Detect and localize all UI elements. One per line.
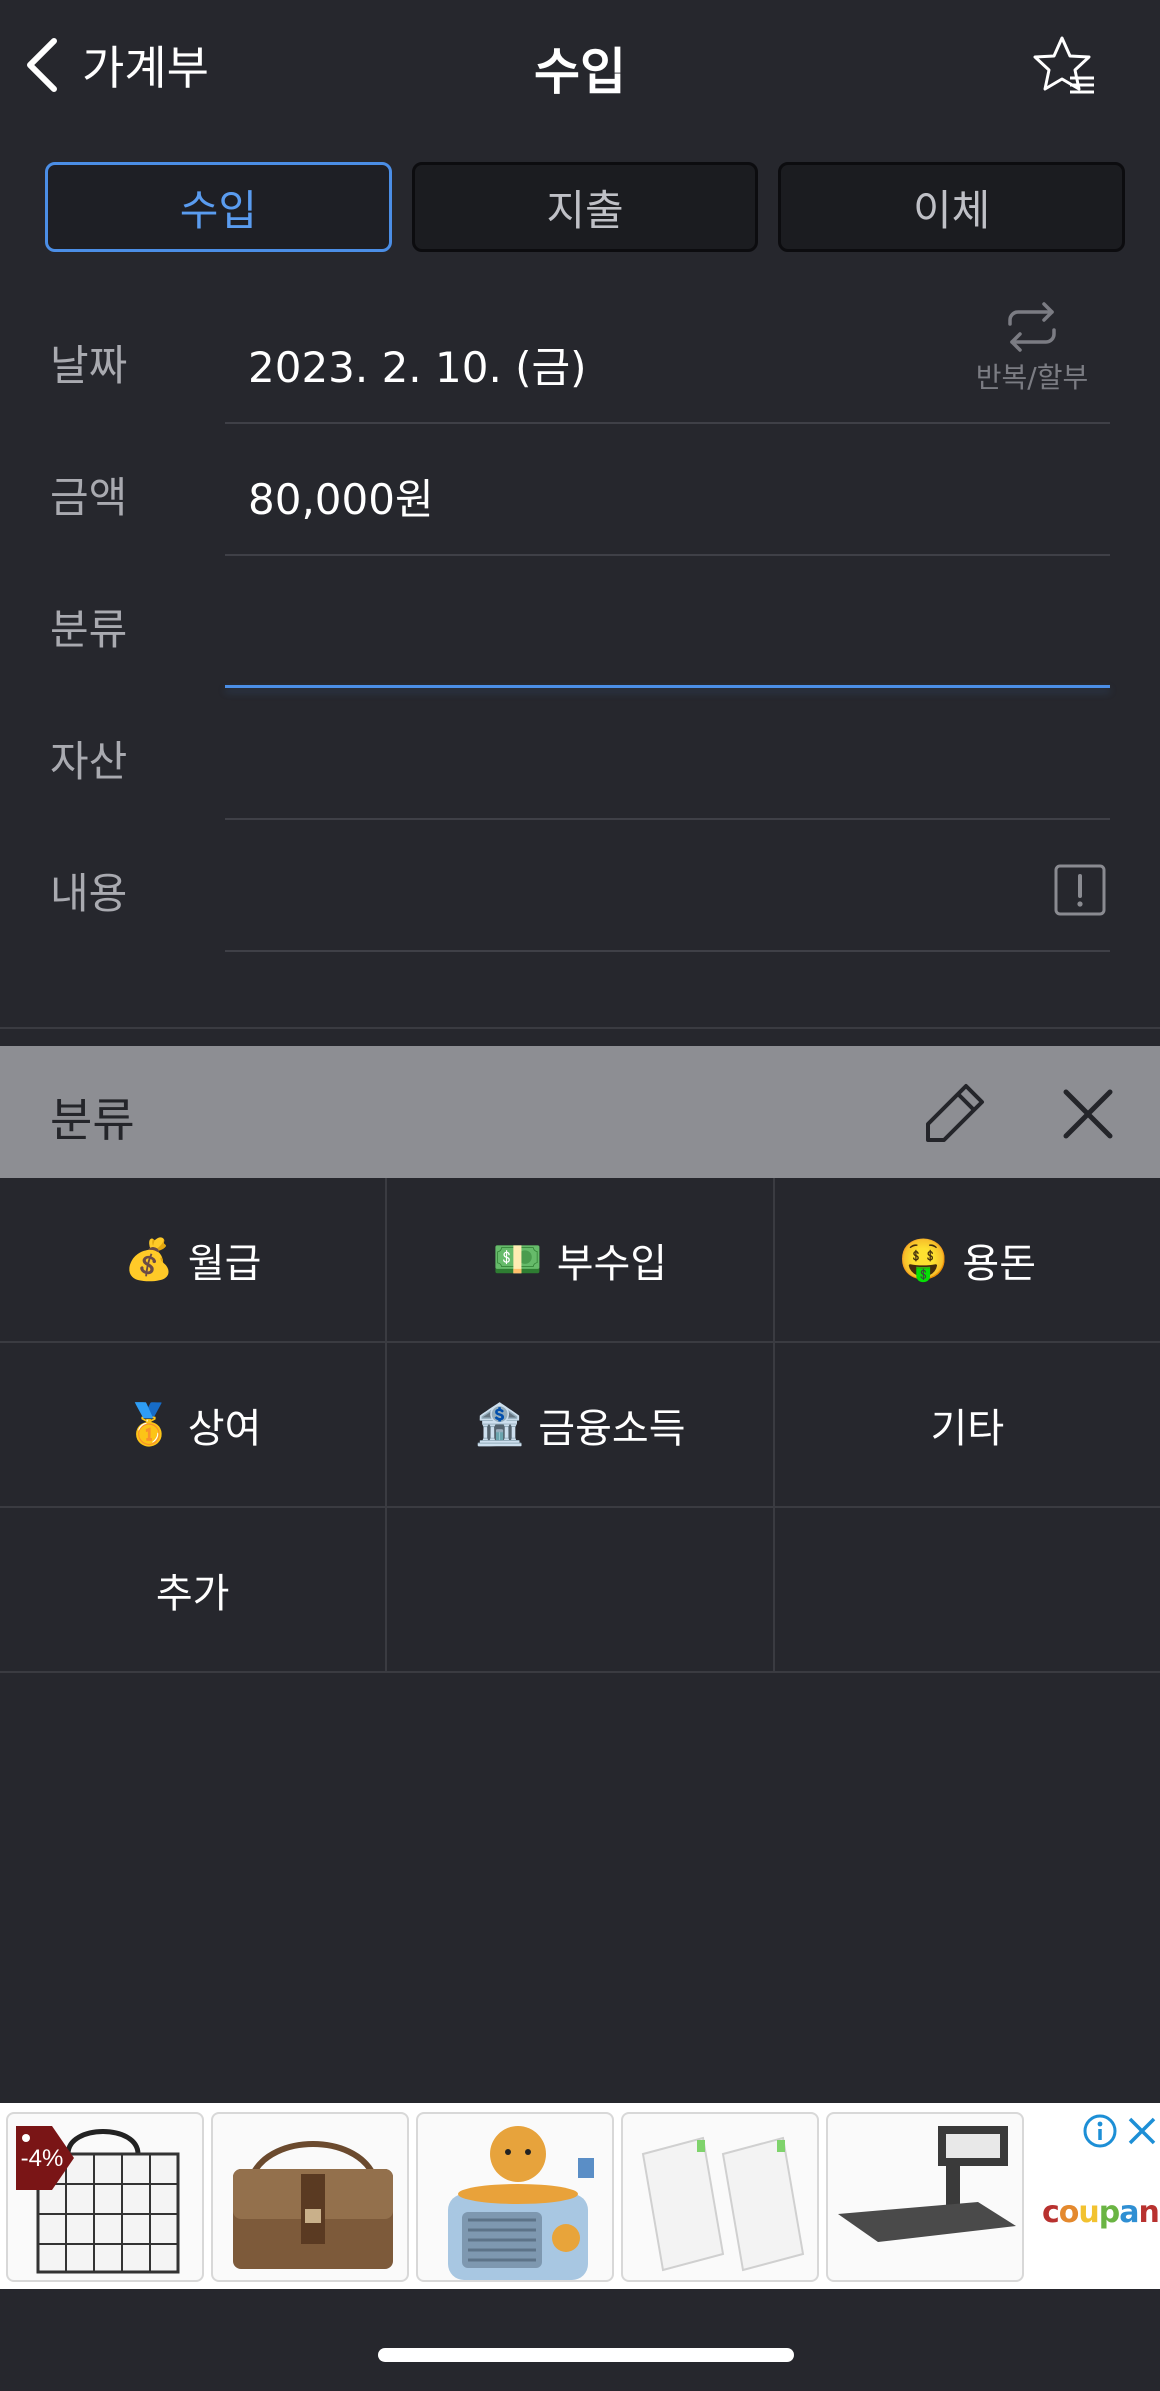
ad-brand-logo: coupang xyxy=(1042,2195,1160,2230)
category-grid-row: 💰 월급 💵 부수입 🤑 용돈 xyxy=(0,1178,1160,1343)
category-side-income[interactable]: 💵 부수입 xyxy=(387,1178,775,1341)
repeat-label: 반복/할부 xyxy=(975,361,1089,394)
home-indicator[interactable] xyxy=(378,2348,794,2362)
category-empty-cell xyxy=(775,1508,1160,1671)
ad-product-screen-protector[interactable] xyxy=(621,2112,819,2282)
category-sheet-header: 분류 xyxy=(0,1046,1160,1178)
top-navigation-bar: 가계부 수입 xyxy=(0,0,1160,135)
transaction-type-tabs: 수입 지출 이체 xyxy=(45,162,1126,252)
category-grid-row: 추가 xyxy=(0,1508,1160,1673)
category-bonus[interactable]: 🥇 상여 xyxy=(0,1343,388,1506)
category-label: 금융소득 xyxy=(538,1405,686,1452)
category-financial-income[interactable]: 🏦 금융소득 xyxy=(387,1343,775,1506)
amount-row[interactable]: 금액 80,000원 xyxy=(0,424,1160,556)
category-label: 부수입 xyxy=(556,1240,668,1287)
date-field[interactable]: 2023. 2. 10. (금) xyxy=(248,334,587,395)
category-label: 추가 xyxy=(155,1570,230,1617)
divider xyxy=(225,950,1110,952)
category-label: 기타 xyxy=(930,1405,1005,1452)
bank-icon: 🏦 xyxy=(474,1402,525,1448)
ad-product-keyboard-tray[interactable] xyxy=(826,2112,1024,2282)
keyboard-tray-image xyxy=(838,2126,1016,2242)
grid-tote-bag-image: -4% xyxy=(16,2126,180,2274)
repeat-icon xyxy=(1008,302,1056,352)
medal-icon: 🥇 xyxy=(123,1402,174,1448)
ad-banner[interactable]: -4% coupan xyxy=(0,2103,1160,2289)
page-title: 수입 xyxy=(534,43,626,101)
star-list-icon[interactable] xyxy=(1032,34,1098,100)
category-allowance[interactable]: 🤑 용돈 xyxy=(775,1178,1160,1341)
ad-product-messenger-bag[interactable] xyxy=(211,2112,409,2282)
tab-expense[interactable]: 지출 xyxy=(411,162,759,252)
asset-label: 자산 xyxy=(50,737,128,786)
category-label: 용돈 xyxy=(962,1240,1037,1287)
ad-product-lion-speaker[interactable] xyxy=(416,2112,614,2282)
amount-label: 금액 xyxy=(50,473,128,522)
dollar-bill-icon: 💵 xyxy=(492,1237,543,1283)
category-row[interactable]: 분류 xyxy=(0,556,1160,688)
tab-income[interactable]: 수입 xyxy=(45,162,392,252)
category-other[interactable]: 기타 xyxy=(775,1343,1160,1506)
asset-row[interactable]: 자산 xyxy=(0,688,1160,820)
leather-bag-image xyxy=(233,2141,393,2269)
category-sheet-title: 분류 xyxy=(50,1093,135,1147)
category-empty-cell xyxy=(387,1508,775,1671)
money-bag-icon: 💰 xyxy=(123,1237,174,1283)
ad-product-tote-bag[interactable]: -4% xyxy=(6,2112,204,2282)
section-divider xyxy=(0,1027,1160,1029)
close-icon[interactable] xyxy=(1060,1086,1116,1142)
close-icon[interactable] xyxy=(1126,2115,1158,2147)
amount-field[interactable]: 80,000원 xyxy=(248,466,434,527)
discount-badge: -4% xyxy=(21,2145,64,2172)
lion-speaker-image xyxy=(448,2126,594,2280)
date-row[interactable]: 날짜 2023. 2. 10. (금) 반복/할부 xyxy=(0,292,1160,424)
transaction-form: 날짜 2023. 2. 10. (금) 반복/할부 금액 80,000원 분류 … xyxy=(0,292,1160,952)
tab-transfer[interactable]: 이체 xyxy=(778,162,1126,252)
exclamation-box-icon[interactable] xyxy=(1054,864,1106,916)
screen-protector-image xyxy=(641,2136,805,2272)
category-label: 월급 xyxy=(187,1240,262,1287)
money-mouth-face-icon: 🤑 xyxy=(898,1237,949,1283)
category-label: 분류 xyxy=(50,605,128,654)
category-label: 상여 xyxy=(187,1405,262,1452)
pencil-icon[interactable] xyxy=(922,1080,988,1146)
category-add-button[interactable]: 추가 xyxy=(0,1508,388,1671)
date-label: 날짜 xyxy=(50,341,128,390)
category-grid-row: 🥇 상여 🏦 금융소득 기타 xyxy=(0,1343,1160,1508)
content-label: 내용 xyxy=(50,869,128,918)
content-row[interactable]: 내용 xyxy=(0,820,1160,952)
category-grid: 💰 월급 💵 부수입 🤑 용돈 🥇 상여 🏦 금융소득 기타 추가 xyxy=(0,1178,1160,1673)
info-icon[interactable] xyxy=(1082,2113,1118,2149)
repeat-installment-button[interactable]: 반복/할부 xyxy=(972,302,1092,396)
category-salary[interactable]: 💰 월급 xyxy=(0,1178,388,1341)
